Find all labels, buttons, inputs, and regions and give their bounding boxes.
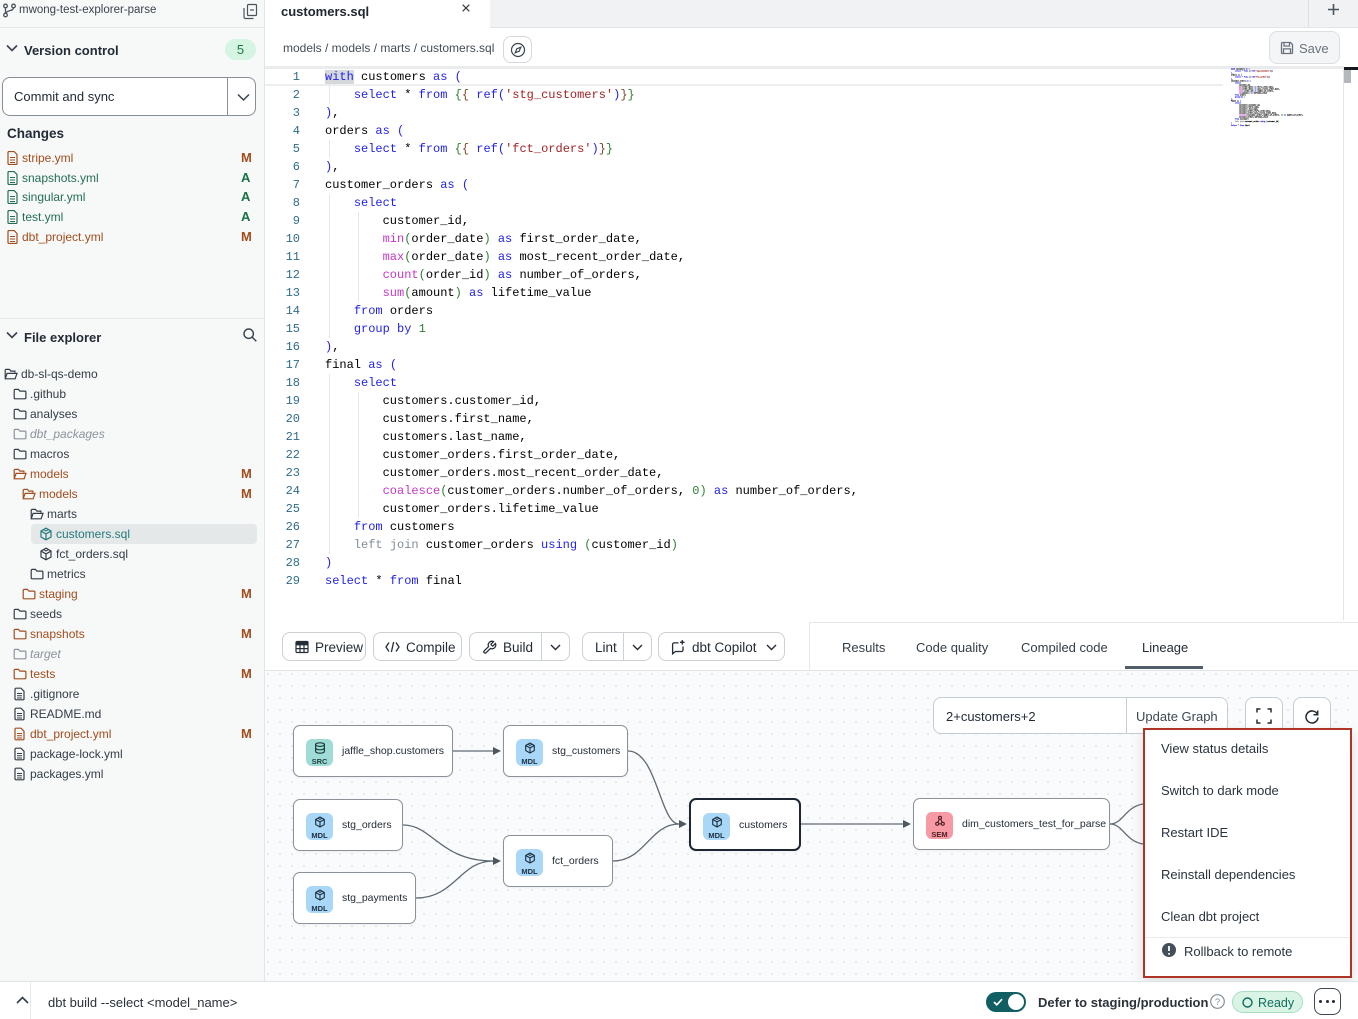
svg-text:?: ? xyxy=(1215,997,1220,1008)
